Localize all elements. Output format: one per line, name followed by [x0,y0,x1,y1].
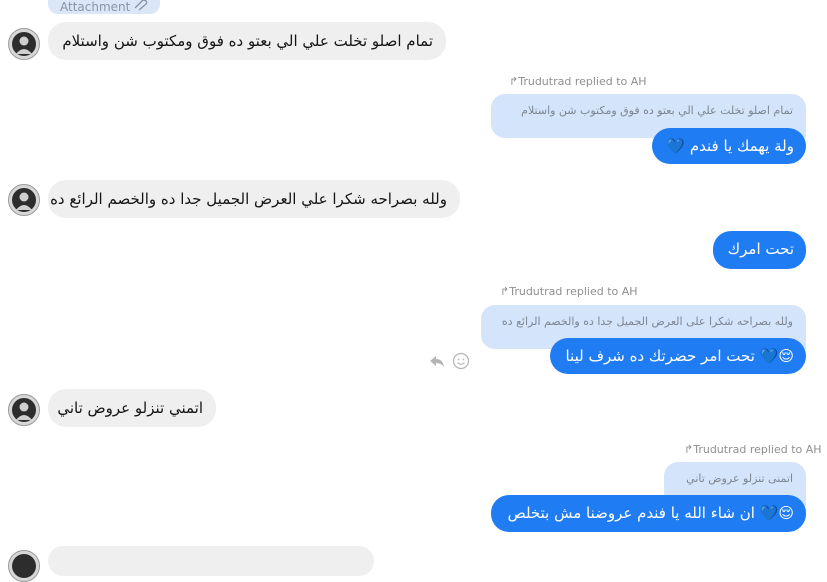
avatar[interactable] [8,550,40,582]
quoted-text: اتمنى تنزلو عروض تاني [686,472,793,485]
message-text: اتمني تنزلو عروض تاني [57,399,203,417]
blue-heart-emoji: 💙 [759,347,779,365]
reply-header: ↱Trudutrad replied to AH [684,443,822,456]
outgoing-message-bubble: ولة يهمك يا فندم 💙 [652,128,806,164]
relieved-face-emoji: 😌 [778,504,794,522]
blue-heart-emoji: 💙 [666,137,686,155]
attachment-label: Attachment [60,0,131,14]
reply-arrow-icon: ↱ [500,285,510,298]
message-text: ان شاء الله يا فندم عروضنا مش بتخلص [507,504,755,522]
reply-arrow-icon: ↱ [509,75,519,88]
message-text: تحت امر حضرتك ده شرف لينا [565,347,755,365]
message-text: تحت امرك [727,240,794,258]
incoming-message-bubble-partial [48,546,374,576]
reply-header: ↱Trudutrad replied to AH [500,285,638,298]
quoted-text: ولله بصراحه شكرا على العرض الجميل جدا ده… [501,315,793,328]
outgoing-message-bubble: تحت امرك [713,231,806,269]
quoted-text: تمام اصلو تخلت علي الي بعتو ده فوق ومكتو… [521,104,793,117]
reply-header: ↱Trudutrad replied to AH [509,75,647,88]
message-text: ولله بصراحه شكرا علي العرض الجميل جدا ده… [50,190,447,208]
incoming-message-bubble: اتمني تنزلو عروض تاني [48,389,216,427]
emoji-smile-icon[interactable] [452,352,470,370]
blue-heart-emoji: 💙 [759,504,779,522]
message-text: ولة يهمك يا فندم [689,137,794,155]
reply-action-icon[interactable] [428,352,446,370]
attachment-chip[interactable]: Attachment [48,0,160,14]
message-text: تمام اصلو تخلت علي الي بعتو ده فوق ومكتو… [62,32,433,50]
incoming-message-bubble: تمام اصلو تخلت علي الي بعتو ده فوق ومكتو… [48,22,446,60]
reply-arrow-icon: ↱ [684,443,694,456]
outgoing-message-bubble: 😌💙 ان شاء الله يا فندم عروضنا مش بتخلص [491,495,806,532]
incoming-message-bubble: ولله بصراحه شكرا علي العرض الجميل جدا ده… [48,180,460,218]
relieved-face-emoji: 😌 [778,347,794,365]
outgoing-message-bubble: 😌💙 تحت امر حضرتك ده شرف لينا [550,338,806,374]
avatar[interactable] [8,28,40,60]
avatar[interactable] [8,394,40,426]
attachment-clip-icon [132,0,148,14]
avatar[interactable] [8,184,40,216]
